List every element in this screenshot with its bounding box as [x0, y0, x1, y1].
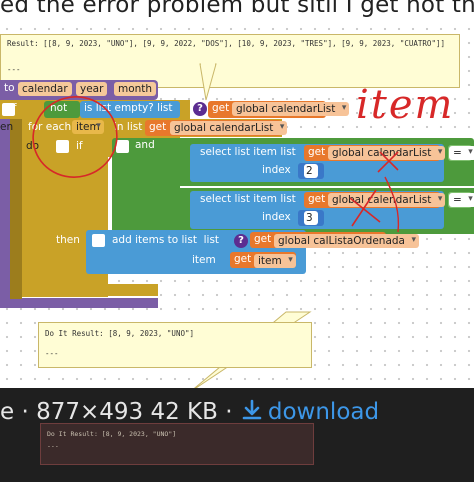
image-size: 42 KB	[150, 399, 218, 425]
post-title-fragment: ed the error problem but sitll I get not…	[0, 0, 474, 18]
download-link[interactable]: download	[240, 399, 379, 425]
result-tail: ---	[45, 349, 59, 358]
download-label: download	[267, 399, 380, 425]
thumbnail-balloon: Do It Result: [8, 9, 2023, "UNO"] ---	[40, 423, 314, 465]
result-text: Do It Result: [8, 9, 2023, "UNO"]	[45, 329, 195, 338]
annotation-item-text: item	[356, 82, 455, 128]
thumb-result-text: Do It Result: [8, 9, 2023, "UNO"]	[47, 430, 177, 438]
download-icon	[242, 399, 262, 420]
thumb-result-tail: ---	[47, 442, 59, 450]
info-prefix: e ·	[0, 399, 37, 425]
post-title-strip: ed the error problem but sitll I get not…	[0, 0, 474, 24]
blocks-canvas[interactable]: Result: [[8, 9, 2023, "UNO"], [9, 9, 202…	[0, 22, 474, 388]
info-separator: ·	[225, 399, 233, 425]
image-info-text: e · 877×493 42 KB · download	[0, 398, 379, 425]
image-dimensions: 877×493	[36, 399, 144, 425]
result-balloon-bottom: Do It Result: [8, 9, 2023, "UNO"] ---	[38, 322, 312, 368]
